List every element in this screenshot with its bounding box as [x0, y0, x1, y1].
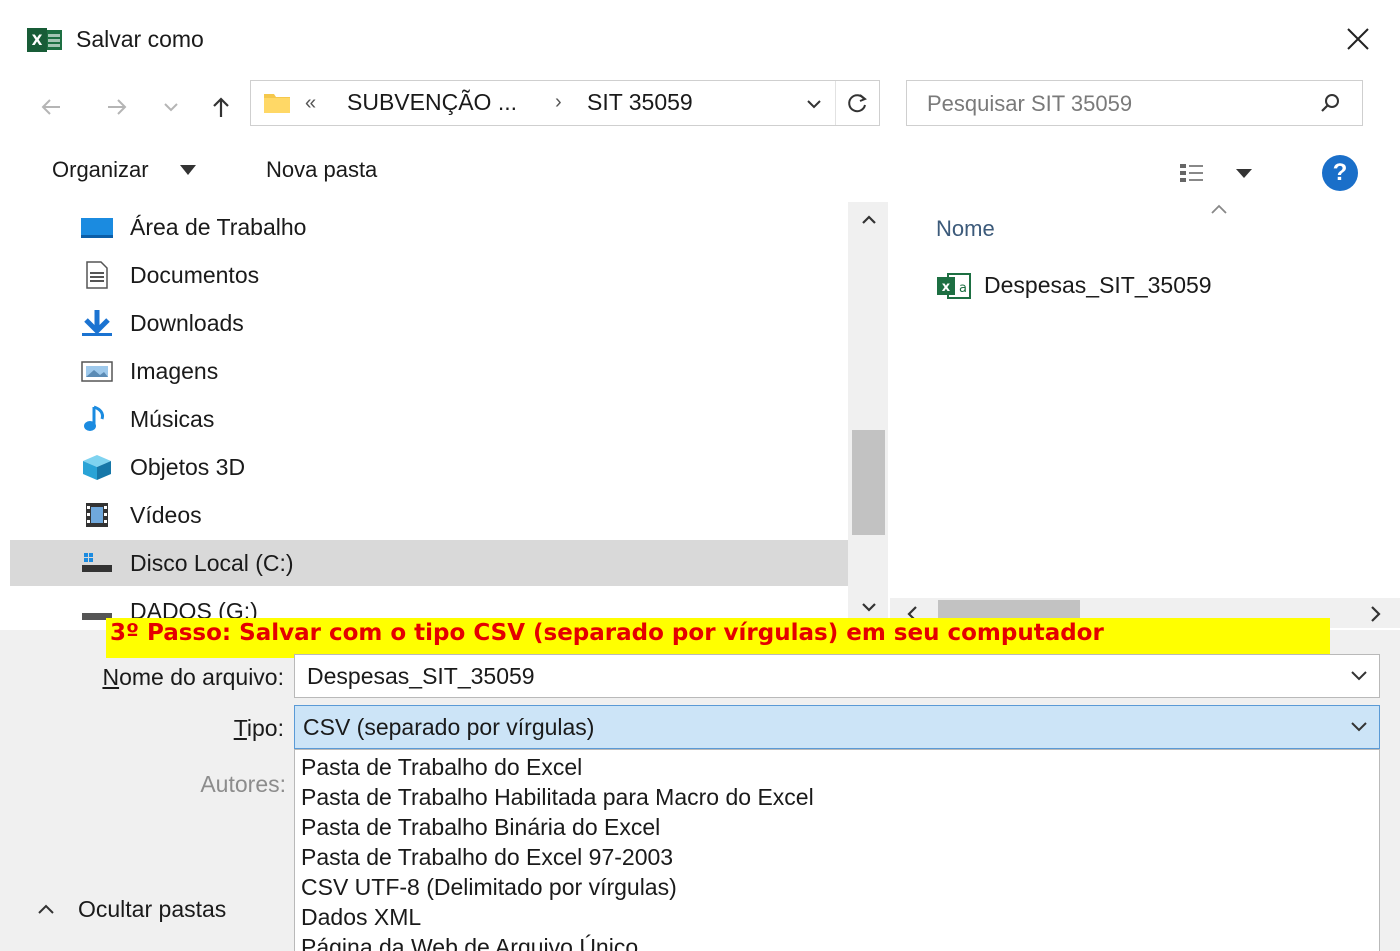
chevron-down-icon[interactable] — [1349, 669, 1369, 683]
desktop-icon — [81, 218, 113, 238]
caret-down-icon[interactable] — [178, 164, 198, 176]
filename-label-text: Nome do arquivo: — [102, 664, 284, 690]
nav-item-downloads[interactable]: Downloads — [10, 300, 848, 346]
nav-pane-scrollbar[interactable] — [848, 202, 888, 627]
file-type-option[interactable]: Dados XML — [301, 904, 421, 934]
chevron-down-icon[interactable] — [1349, 720, 1369, 734]
sort-ascending-icon — [1211, 204, 1227, 214]
nav-item-label: Músicas — [130, 406, 215, 432]
objects-3d-icon — [83, 455, 111, 480]
filename-input[interactable]: Despesas_SIT_35059 — [294, 654, 1380, 698]
chevron-down-icon[interactable] — [858, 600, 880, 616]
chevron-right-icon[interactable] — [1366, 604, 1384, 624]
nav-item-label: Disco Local (C:) — [130, 550, 294, 576]
file-item[interactable]: a x Despesas_SIT_35059 — [936, 268, 1376, 308]
drive-icon — [82, 553, 112, 572]
chevron-up-icon — [38, 904, 54, 914]
file-type-option[interactable]: Pasta de Trabalho Binária do Excel — [301, 814, 660, 844]
nav-item-label: Vídeos — [130, 502, 202, 528]
nav-pane-scroll-thumb[interactable] — [852, 430, 885, 535]
nav-item-videos[interactable]: Vídeos — [10, 492, 848, 538]
file-name: Despesas_SIT_35059 — [984, 272, 1212, 298]
type-label-text: Tipo: — [233, 715, 284, 741]
downloads-icon — [82, 310, 112, 336]
nav-item-desktop[interactable]: Área de Trabalho — [10, 204, 848, 250]
nav-item-music[interactable]: Músicas — [10, 396, 848, 442]
breadcrumb-segment-parent[interactable]: SUBVENÇÃO ... — [347, 89, 517, 116]
file-type-option[interactable]: Pasta de Trabalho Habilitada para Macro … — [301, 784, 814, 814]
column-header-name[interactable]: Nome — [936, 216, 995, 242]
videos-icon — [86, 503, 108, 527]
file-list: Nome a x Despesas_SIT_35059 — [890, 202, 1400, 627]
address-bar[interactable]: « SUBVENÇÃO ... › SIT 35059 — [250, 80, 880, 126]
filename-label: Nome do arquivo: — [62, 664, 284, 691]
help-button[interactable]: ? — [1322, 155, 1358, 191]
nav-item-label: Imagens — [130, 358, 219, 384]
nav-item-3d-objects[interactable]: Objetos 3D — [10, 444, 848, 490]
file-type-option[interactable]: Pasta de Trabalho do Excel 97-2003 — [301, 844, 673, 874]
file-type-dropdown-list: Pasta de Trabalho do Excel Pasta de Trab… — [294, 749, 1380, 951]
breadcrumb-separator[interactable]: › — [555, 91, 562, 114]
nav-item-label: Downloads — [130, 310, 244, 336]
search-placeholder: Pesquisar SIT 35059 — [927, 91, 1133, 116]
chevron-down-icon[interactable] — [162, 98, 180, 116]
arrow-left-icon[interactable] — [38, 94, 64, 120]
nav-item-label: Documentos — [130, 262, 260, 288]
file-type-option[interactable]: Pasta de Trabalho do Excel — [301, 754, 582, 784]
address-overflow[interactable]: « — [305, 92, 316, 115]
nav-item-documents[interactable]: Documentos — [10, 252, 848, 298]
breadcrumb-segment-current[interactable]: SIT 35059 — [587, 89, 693, 116]
title-bar: X Salvar como — [0, 0, 1400, 80]
organize-button[interactable]: Organizar — [52, 157, 149, 183]
excel-file-icon: a x — [937, 273, 971, 299]
folder-icon — [264, 94, 290, 113]
close-icon[interactable] — [1343, 24, 1373, 54]
nav-item-local-disk[interactable]: Disco Local (C:) — [10, 540, 848, 586]
file-type-select[interactable]: CSV (separado por vírgulas) — [294, 705, 1380, 749]
chevron-up-icon[interactable] — [858, 208, 880, 230]
refresh-button[interactable] — [835, 81, 879, 125]
file-type-option[interactable]: Página da Web de Arquivo Único — [301, 934, 638, 951]
authors-label: Autores: — [200, 771, 286, 797]
refresh-icon — [848, 94, 867, 113]
instruction-text: 3º Passo: Salvar com o tipo CSV (separad… — [110, 620, 1104, 646]
arrow-right-icon[interactable] — [104, 94, 130, 120]
view-options-icon[interactable] — [1176, 160, 1260, 186]
new-folder-button[interactable]: Nova pasta — [266, 157, 377, 183]
dialog-title: Salvar como — [76, 26, 204, 52]
svg-text:X: X — [32, 33, 43, 49]
navigation-pane: Área de Trabalho Documentos Downloads Im… — [0, 202, 888, 627]
search-icon[interactable] — [1317, 91, 1343, 117]
arrow-up-icon[interactable] — [208, 94, 234, 120]
excel-icon: X — [27, 28, 62, 52]
address-dropdown-icon[interactable] — [803, 93, 825, 115]
music-icon — [84, 405, 104, 431]
svg-text:x: x — [942, 280, 951, 295]
type-label: Tipo: — [150, 715, 284, 742]
hide-folders-label: Ocultar pastas — [78, 896, 227, 922]
documents-icon — [86, 261, 108, 289]
pictures-icon — [81, 361, 113, 382]
nav-item-pictures[interactable]: Imagens — [10, 348, 848, 394]
nav-item-label: Objetos 3D — [130, 454, 246, 480]
instruction-banner: 3º Passo: Salvar com o tipo CSV (separad… — [106, 618, 1330, 658]
file-type-value: CSV (separado por vírgulas) — [303, 714, 595, 740]
search-input[interactable]: Pesquisar SIT 35059 — [906, 80, 1363, 126]
svg-text:a: a — [959, 281, 967, 296]
file-type-option[interactable]: CSV UTF-8 (Delimitado por vírgulas) — [301, 874, 677, 904]
filename-value: Despesas_SIT_35059 — [307, 663, 535, 689]
nav-item-label: Área de Trabalho — [130, 214, 307, 240]
